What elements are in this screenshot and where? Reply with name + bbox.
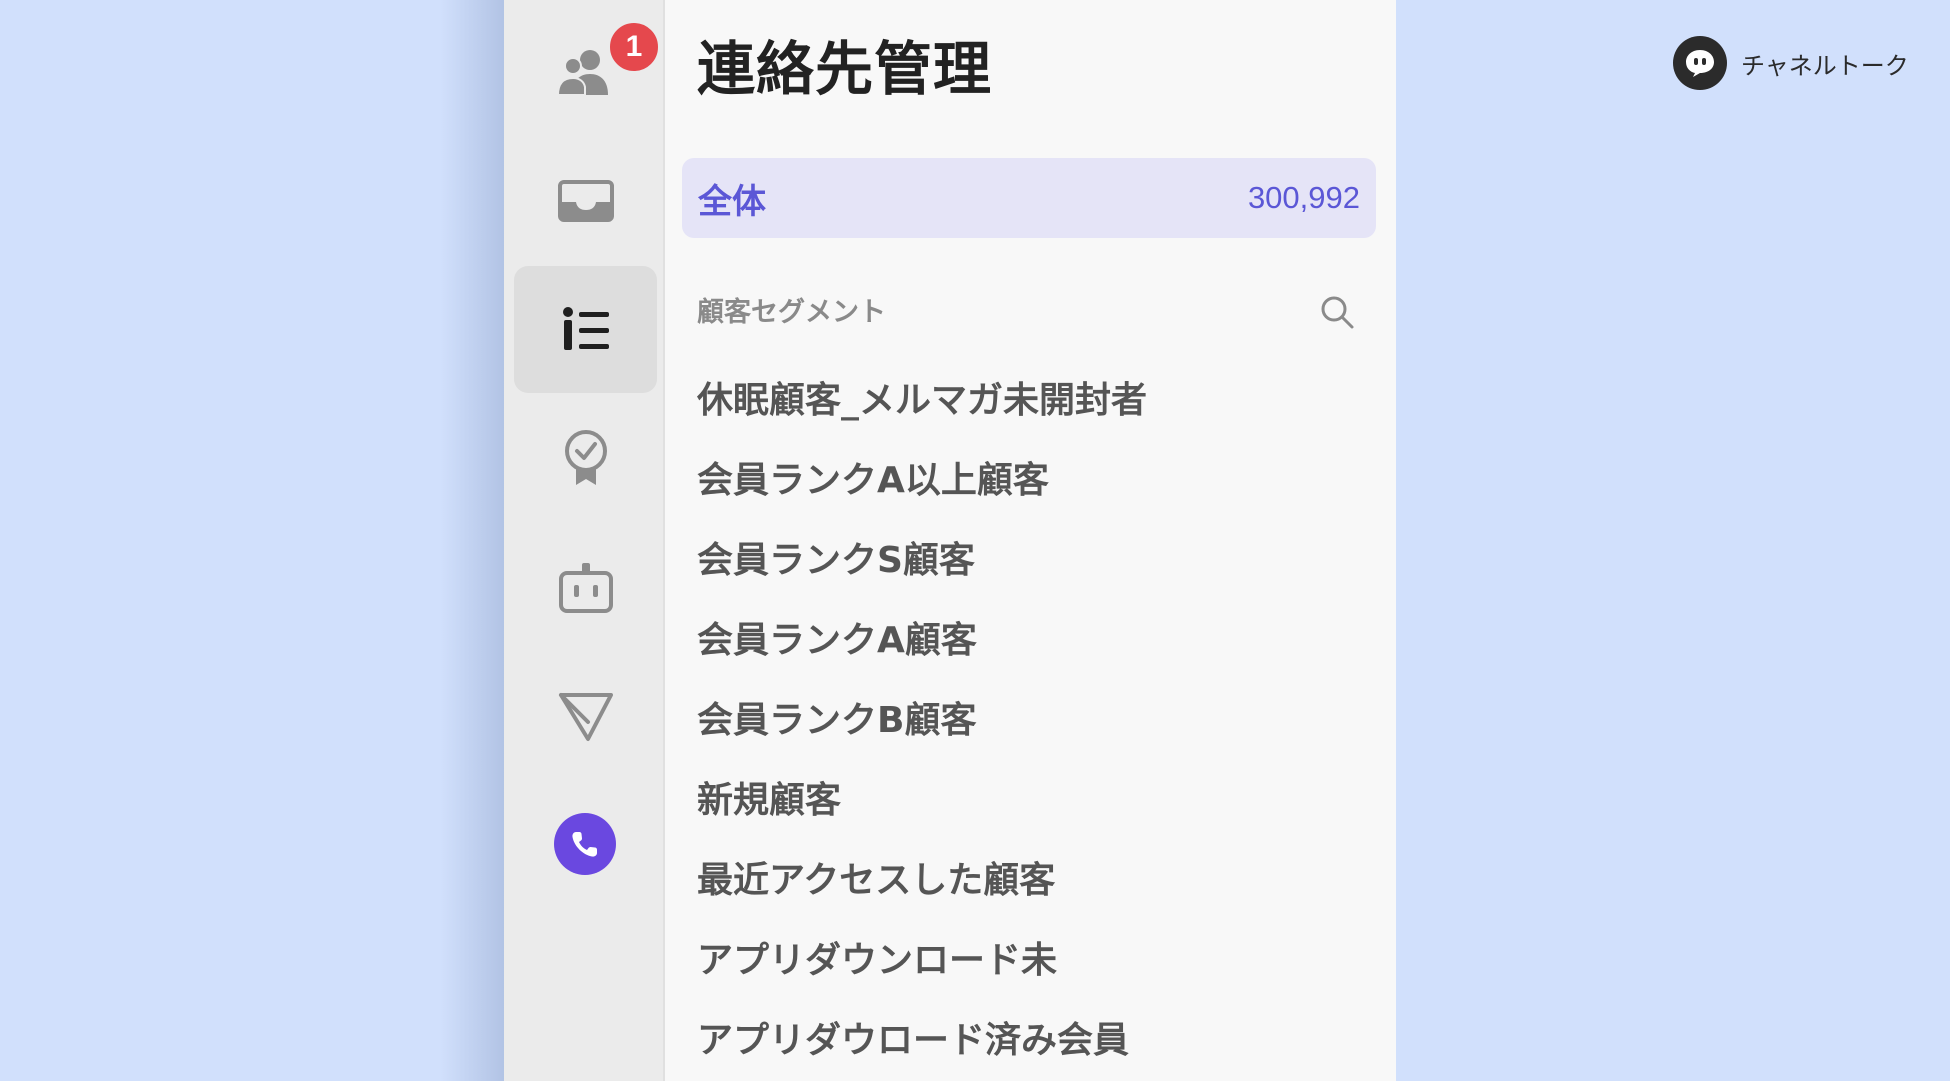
sidebar-item-contact-list[interactable] [514, 266, 657, 393]
inbox-icon [557, 179, 614, 222]
segment-item[interactable]: 会員ランクA以上顧客 [697, 447, 1147, 527]
segment-item[interactable]: アプリダウロード済み会員 [697, 1007, 1147, 1081]
panel-shadow [440, 0, 504, 1081]
sidebar-item-contacts[interactable]: 1 [514, 8, 661, 135]
segment-item[interactable]: アプリダウンロード未 [697, 927, 1147, 1007]
all-contacts-label: 全体 [698, 181, 766, 222]
search-icon [1321, 296, 1354, 329]
segment-item[interactable]: 会員ランクB顧客 [697, 687, 1147, 767]
brand-logo: チャネルトーク [1673, 36, 1909, 90]
sidebar-item-campaign[interactable] [514, 653, 657, 780]
send-icon [558, 692, 613, 741]
brand-name: チャネルトーク [1741, 51, 1909, 80]
segment-item[interactable]: 新規顧客 [697, 767, 1147, 847]
contacts-panel: 連絡先管理 全体 300,992 顧客セグメント 休眠顧客_メルマガ未開封者 会… [665, 0, 1396, 1081]
phone-icon [572, 832, 597, 857]
segment-search-button[interactable] [1315, 290, 1359, 334]
badge-check-icon [564, 429, 607, 485]
sidebar: 1 [504, 0, 665, 1081]
segment-item[interactable]: 最近アクセスした顧客 [697, 847, 1147, 927]
bot-icon [558, 562, 613, 613]
segment-item[interactable]: 会員ランクA顧客 [697, 607, 1147, 687]
segment-list: 休眠顧客_メルマガ未開封者 会員ランクA以上顧客 会員ランクS顧客 会員ランクA… [697, 367, 1147, 1081]
sidebar-item-inbox[interactable] [514, 137, 657, 264]
sidebar-item-bot[interactable] [514, 524, 657, 651]
chat-bubble-icon [1673, 36, 1727, 90]
segment-item[interactable]: 会員ランクS顧客 [697, 527, 1147, 607]
app-screen: 1 連絡先管理 全体 300,992 顧客セグメント 休眠顧客_メルマガ未開封者… [0, 0, 1950, 1081]
all-contacts-row[interactable]: 全体 300,992 [682, 158, 1376, 238]
segment-item[interactable]: 休眠顧客_メルマガ未開封者 [697, 367, 1147, 447]
call-button[interactable] [554, 813, 616, 875]
notification-badge: 1 [607, 20, 661, 74]
page-title: 連絡先管理 [697, 35, 993, 103]
sidebar-item-rewards[interactable] [514, 395, 657, 522]
segments-header: 顧客セグメント [697, 297, 886, 328]
list-icon [562, 306, 609, 350]
all-contacts-count: 300,992 [1247, 180, 1360, 215]
people-icon [556, 49, 608, 96]
